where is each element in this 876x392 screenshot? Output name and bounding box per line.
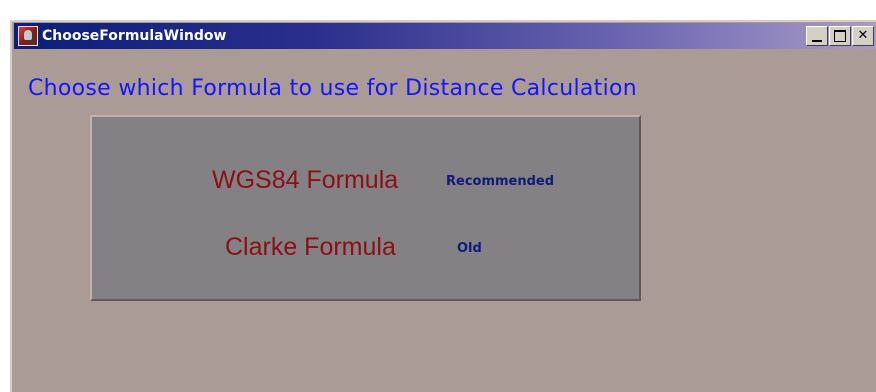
maximize-button[interactable] [829,26,851,46]
app-icon[interactable] [18,26,38,46]
choose-formula-window: ChooseFormulaWindow ✕ Choose which Formu… [10,20,876,392]
window-controls: ✕ [805,26,874,46]
clarke-formula-option[interactable]: Clarke Formula [225,232,396,262]
formula-options-panel: WGS84 Formula Recommended Clarke Formula… [90,115,641,301]
clarke-old-note: Old [457,241,482,256]
title-bar[interactable]: ChooseFormulaWindow ✕ [14,23,876,49]
close-icon: ✕ [857,28,869,43]
page-heading: Choose which Formula to use for Distance… [28,76,638,101]
minimize-button[interactable] [806,26,828,46]
close-button[interactable]: ✕ [852,26,874,46]
wgs84-recommended-note: Recommended [446,174,555,189]
window-title: ChooseFormulaWindow [42,28,227,44]
wgs84-formula-option[interactable]: WGS84 Formula [212,165,398,195]
